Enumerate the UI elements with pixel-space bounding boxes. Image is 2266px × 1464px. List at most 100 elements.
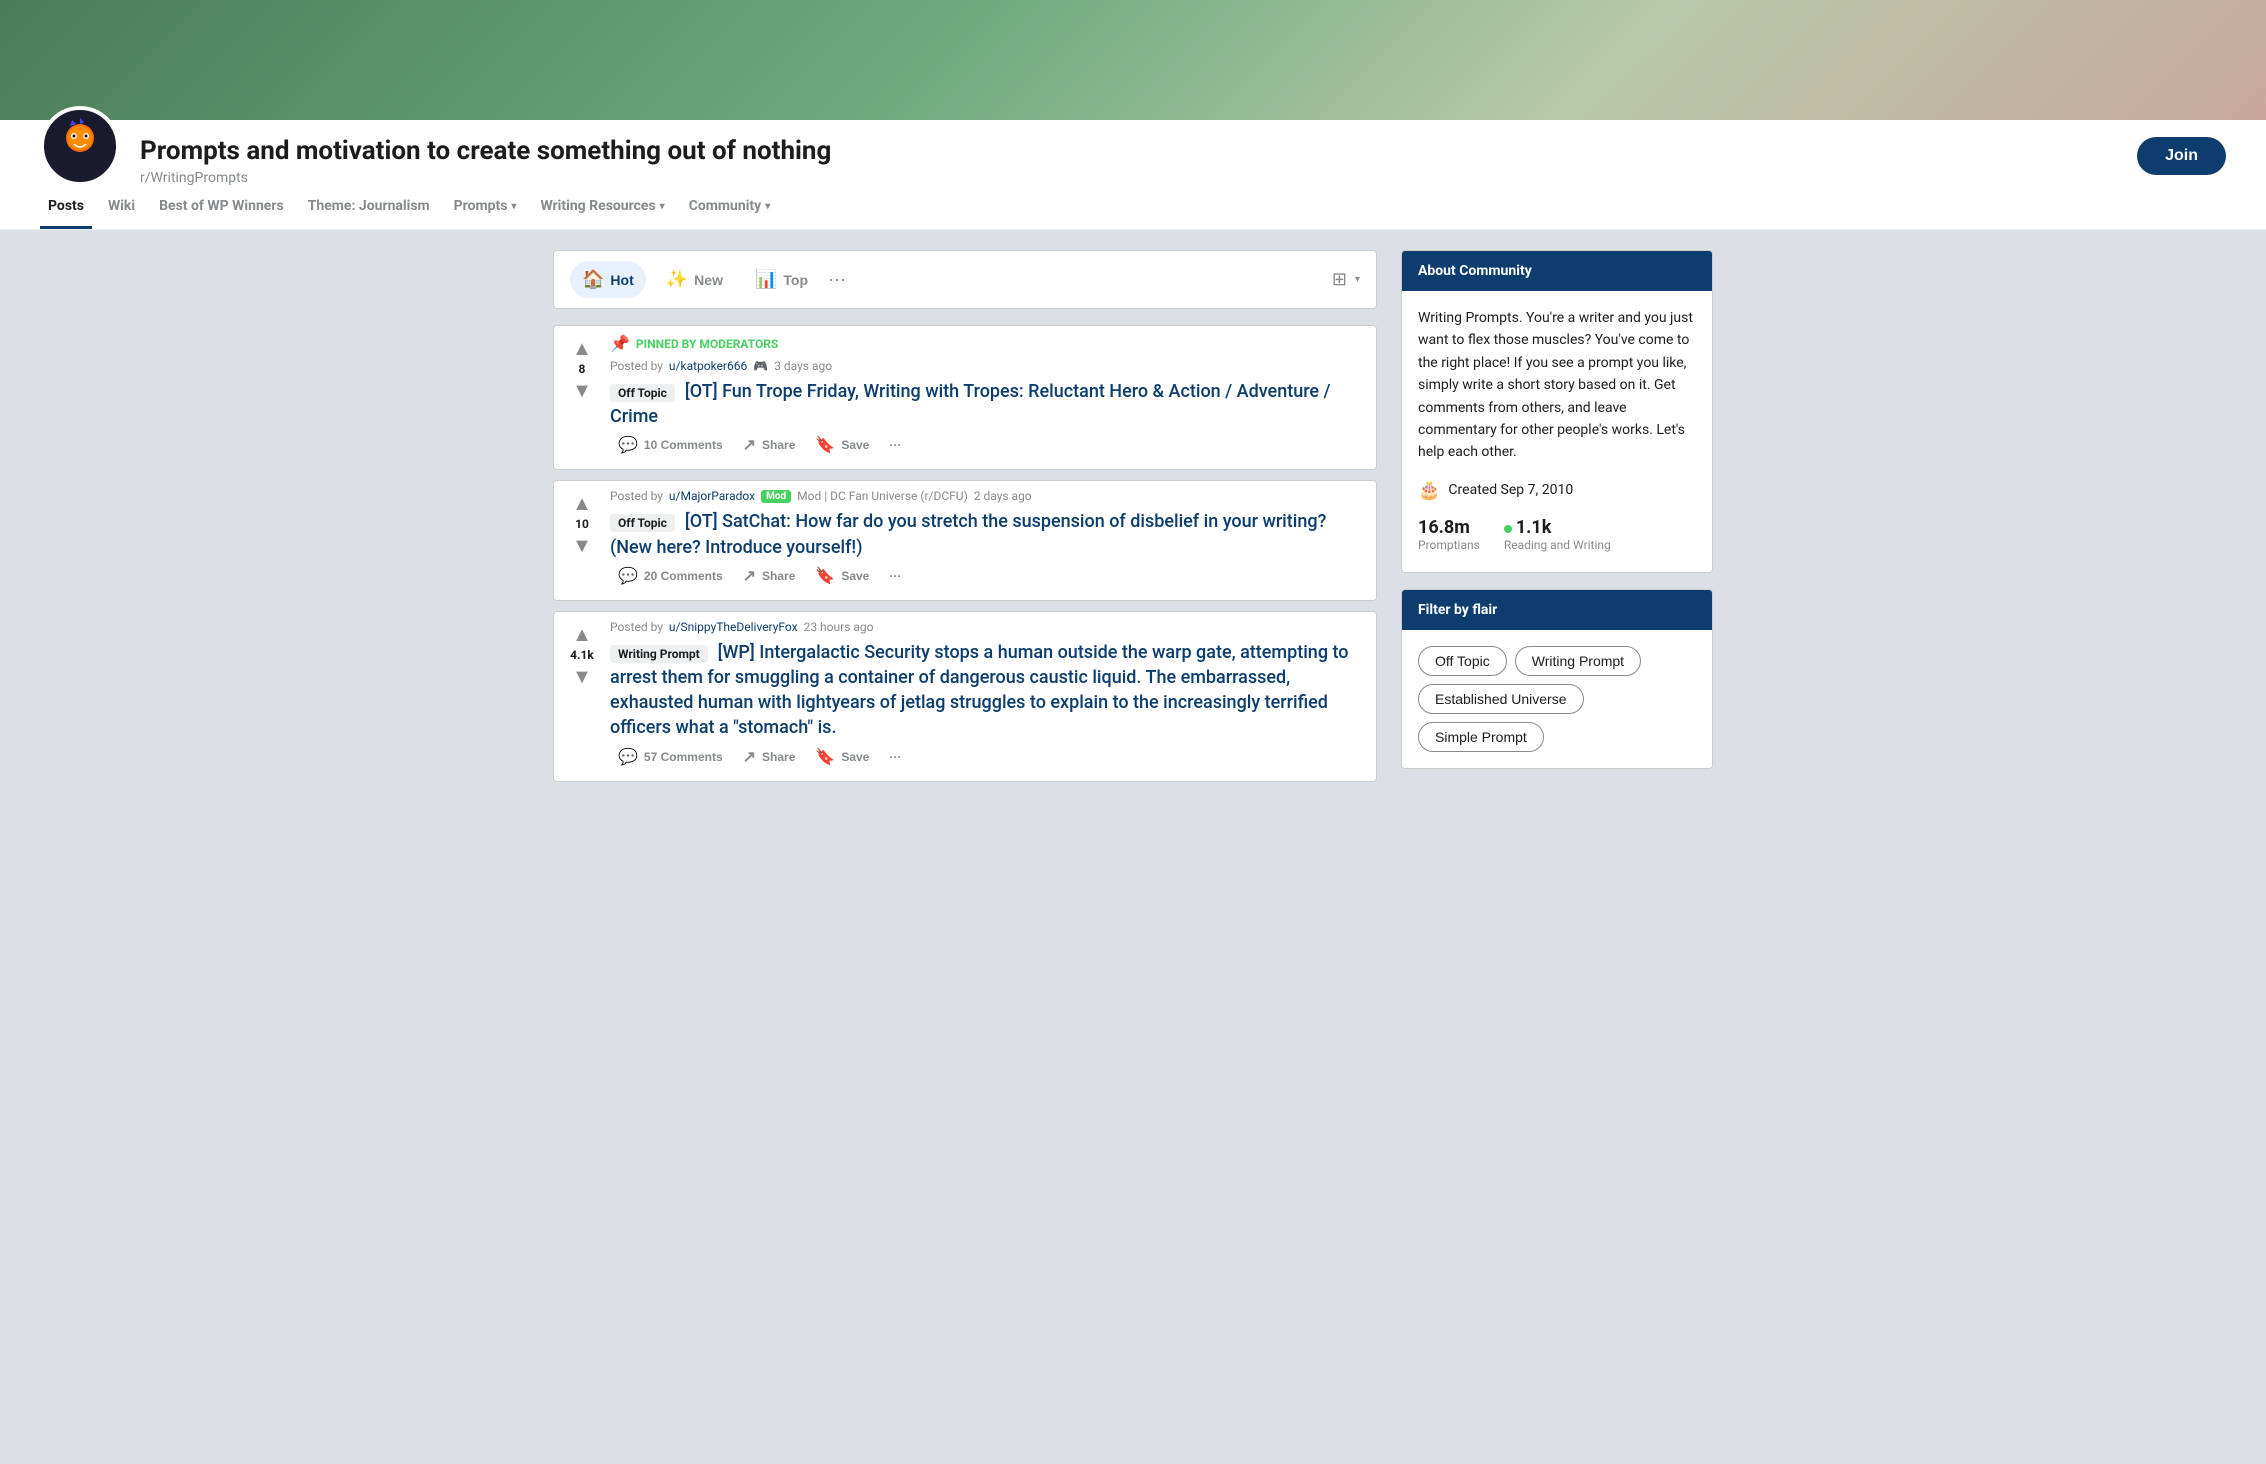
post-author-label: Posted by [610, 489, 663, 503]
post-title-row: Off Topic [OT] SatChat: How far do you s… [610, 509, 1368, 559]
share-button[interactable]: ↗ Share [735, 741, 804, 773]
members-label: Promptians [1418, 538, 1480, 552]
upvote-button[interactable]: ▲ [572, 624, 592, 644]
post-content: 📌 PINNED BY MODERATORS Posted by u/katpo… [610, 334, 1368, 461]
comment-icon: 💬 [618, 747, 638, 767]
share-button[interactable]: ↗ Share [735, 560, 804, 592]
flair-filters: Off Topic Writing Prompt Established Uni… [1402, 630, 1712, 768]
post-timestamp: 23 hours ago [804, 620, 874, 634]
downvote-button[interactable]: ▼ [572, 535, 592, 555]
post-card: ▲ 8 ▼ 📌 PINNED BY MODERATORS Posted by u… [553, 325, 1377, 470]
post-title[interactable]: [WP] Intergalactic Security stops a huma… [610, 642, 1349, 739]
post-flair[interactable]: Off Topic [610, 384, 675, 402]
flair-filter-off-topic[interactable]: Off Topic [1418, 646, 1507, 676]
prompts-dropdown-arrow: ▾ [511, 201, 516, 212]
tab-best-of-wp[interactable]: Best of WP Winners [151, 186, 292, 229]
sidebar-section: About Community Writing Prompts. You're … [1401, 250, 1713, 792]
sort-more-button[interactable]: ··· [828, 269, 846, 290]
post-meta: Posted by u/MajorParadox Mod Mod | DC Fa… [610, 489, 1368, 503]
filter-header: Filter by flair [1402, 590, 1712, 630]
save-button[interactable]: 🔖 Save [807, 429, 877, 461]
save-button[interactable]: 🔖 Save [807, 560, 877, 592]
tab-posts[interactable]: Posts [40, 186, 92, 229]
view-dropdown-arrow: ▾ [1355, 274, 1360, 285]
upvote-button[interactable]: ▲ [572, 338, 592, 358]
flair-filter-established-universe[interactable]: Established Universe [1418, 684, 1584, 714]
vote-section: ▲ 10 ▼ [562, 489, 602, 591]
created-info: 🎂 Created Sep 7, 2010 [1418, 480, 1696, 501]
subreddit-header: Prompts and motivation to create somethi… [0, 120, 2266, 186]
tab-prompts[interactable]: Prompts ▾ [446, 186, 525, 229]
post-title[interactable]: [OT] SatChat: How far do you stretch the… [610, 511, 1326, 557]
top-icon: 📊 [755, 269, 777, 290]
sort-new-button[interactable]: ✨ New [654, 261, 735, 298]
downvote-button[interactable]: ▼ [572, 380, 592, 400]
post-author[interactable]: u/MajorParadox [669, 489, 755, 503]
sort-hot-button[interactable]: 🏠 Hot [570, 261, 646, 298]
downvote-button[interactable]: ▼ [572, 666, 592, 686]
more-button[interactable]: ··· [881, 744, 909, 770]
community-dropdown-arrow: ▾ [765, 201, 770, 212]
post-card: ▲ 10 ▼ Posted by u/MajorParadox Mod Mod … [553, 480, 1377, 600]
members-count: 16.8m [1418, 517, 1480, 538]
post-timestamp: 3 days ago [774, 359, 832, 373]
subreddit-icon [40, 106, 120, 186]
upvote-button[interactable]: ▲ [572, 493, 592, 513]
flair-filter-simple-prompt[interactable]: Simple Prompt [1418, 722, 1544, 752]
subreddit-title: Prompts and motivation to create somethi… [140, 136, 2117, 166]
post-author-label: Posted by [610, 620, 663, 634]
author-icon: 🎮 [753, 359, 768, 373]
more-button[interactable]: ··· [881, 563, 909, 589]
comment-icon: 💬 [618, 435, 638, 455]
post-title-row: Writing Prompt [WP] Intergalactic Securi… [610, 640, 1368, 741]
post-content: Posted by u/MajorParadox Mod Mod | DC Fa… [610, 489, 1368, 591]
flair-filter-writing-prompt[interactable]: Writing Prompt [1515, 646, 1641, 676]
vote-count: 8 [579, 362, 586, 376]
post-flair[interactable]: Writing Prompt [610, 645, 708, 663]
filter-section: Filter by flair Off Topic Writing Prompt… [1401, 589, 1713, 769]
post-content: Posted by u/SnippyTheDeliveryFox 23 hour… [610, 620, 1368, 773]
save-icon: 🔖 [815, 435, 835, 455]
post-author[interactable]: u/SnippyTheDeliveryFox [669, 620, 798, 634]
mod-affiliation: Mod | DC Fan Universe (r/DCFU) [797, 489, 968, 503]
share-button[interactable]: ↗ Share [735, 429, 804, 461]
sort-bar: 🏠 Hot ✨ New 📊 Top ··· ⊞ ▾ [553, 250, 1377, 309]
about-community-body: Writing Prompts. You're a writer and you… [1402, 291, 1712, 572]
view-options[interactable]: ⊞ ▾ [1332, 269, 1360, 290]
tab-wiki[interactable]: Wiki [100, 186, 143, 229]
post-flair[interactable]: Off Topic [610, 514, 675, 532]
new-icon: ✨ [666, 269, 688, 290]
post-author[interactable]: u/katpoker666 [669, 359, 747, 373]
about-community-header: About Community [1402, 251, 1712, 291]
vote-section: ▲ 8 ▼ [562, 334, 602, 461]
vote-count: 10 [575, 517, 589, 531]
pinned-banner: 📌 PINNED BY MODERATORS [610, 334, 1368, 353]
post-meta: Posted by u/katpoker666 🎮 3 days ago [610, 359, 1368, 373]
online-dot [1504, 525, 1512, 533]
cake-icon: 🎂 [1418, 480, 1440, 501]
more-button[interactable]: ··· [881, 432, 909, 458]
save-icon: 🔖 [815, 747, 835, 767]
comments-button[interactable]: 💬 10 Comments [610, 429, 731, 461]
vote-count: 4.1k [570, 648, 594, 662]
comments-button[interactable]: 💬 20 Comments [610, 560, 731, 592]
post-meta: Posted by u/SnippyTheDeliveryFox 23 hour… [610, 620, 1368, 634]
post-author-label: Posted by [610, 359, 663, 373]
post-title[interactable]: [OT] Fun Trope Friday, Writing with Trop… [610, 381, 1331, 427]
main-layout: 🏠 Hot ✨ New 📊 Top ··· ⊞ ▾ ▲ [533, 250, 1733, 792]
tab-community[interactable]: Community ▾ [681, 186, 779, 229]
share-icon: ↗ [743, 566, 756, 586]
save-button[interactable]: 🔖 Save [807, 741, 877, 773]
sort-top-button[interactable]: 📊 Top [743, 261, 820, 298]
tab-theme[interactable]: Theme: Journalism [300, 186, 438, 229]
writing-resources-dropdown-arrow: ▾ [660, 201, 665, 212]
tab-writing-resources[interactable]: Writing Resources ▾ [532, 186, 672, 229]
sort-options: 🏠 Hot ✨ New 📊 Top ··· [570, 261, 846, 298]
nav-tabs: Posts Wiki Best of WP Winners Theme: Jou… [0, 186, 2266, 230]
about-description: Writing Prompts. You're a writer and you… [1418, 307, 1696, 464]
comments-button[interactable]: 💬 57 Comments [610, 741, 731, 773]
join-button[interactable]: Join [2137, 137, 2226, 175]
share-icon: ↗ [743, 435, 756, 455]
stats-row: 16.8m Promptians 1.1k Reading and Writin… [1418, 517, 1696, 552]
post-actions: 💬 20 Comments ↗ Share 🔖 Save ··· [610, 560, 1368, 592]
